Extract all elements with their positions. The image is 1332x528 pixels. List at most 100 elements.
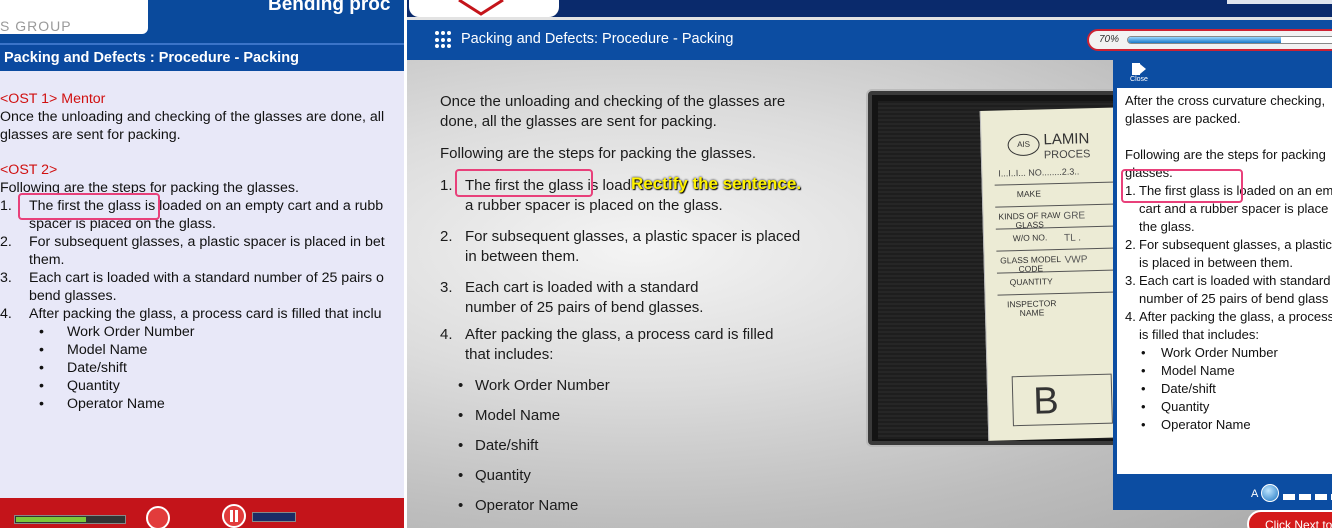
step-number: 4. xyxy=(440,326,453,343)
bullet: • xyxy=(39,378,44,394)
bullet-item: Work Order Number xyxy=(1161,345,1278,360)
transcript-footer: A xyxy=(1113,474,1332,510)
bullet-item: Model Name xyxy=(67,342,148,358)
step-number: 4. xyxy=(1125,309,1136,324)
menu-grid-icon[interactable] xyxy=(435,31,453,49)
close-icon xyxy=(1132,63,1146,75)
left-progress-bar xyxy=(14,515,126,524)
step-text: them. xyxy=(29,252,65,268)
company-logo: S GROUP xyxy=(0,0,148,34)
review-annotation: Rectify the sentence. xyxy=(631,174,802,193)
bullet-item: Work Order Number xyxy=(67,324,195,340)
bullet-item: Operator Name xyxy=(475,497,579,514)
highlight-box xyxy=(455,169,593,197)
progress-track xyxy=(1127,36,1332,44)
course-progress: 70% xyxy=(1087,29,1332,51)
main-title: Packing and Defects: Procedure - Packing xyxy=(461,31,734,47)
card-grade: B xyxy=(1011,373,1113,427)
step-text: the glass. xyxy=(1139,219,1195,234)
step-number: 3. xyxy=(1125,273,1136,288)
bullet: • xyxy=(1141,399,1146,414)
step-text: For subsequent glasses, a plastic spacer… xyxy=(465,228,801,245)
bullet-item: Model Name xyxy=(1161,363,1235,378)
font-size-slider-knob[interactable] xyxy=(1261,484,1279,502)
step-number: 2. xyxy=(440,228,453,245)
step-text: a rubber spacer is placed on the glass. xyxy=(465,197,723,214)
step-text: that includes: xyxy=(465,346,554,363)
transcript-body[interactable]: After the cross curvature checking, glas… xyxy=(1117,88,1332,474)
bullet-item: Work Order Number xyxy=(475,377,610,394)
bullet: • xyxy=(458,377,464,394)
bullet-item: Quantity xyxy=(1161,399,1210,414)
left-window: S GROUP Bending proc Packing and Defects… xyxy=(0,0,404,528)
step-text: in between them. xyxy=(465,248,580,265)
bullet: • xyxy=(458,407,464,424)
card-row-value: VWP xyxy=(1064,254,1088,266)
bullet: • xyxy=(458,497,464,514)
card-row-label: INSPECTOR NAME xyxy=(1006,298,1057,319)
bullet: • xyxy=(458,437,464,454)
next-button[interactable]: Click Next to xyxy=(1247,510,1332,528)
card-row: INSPECTOR NAME xyxy=(997,290,1126,319)
bullet-item: Date/shift xyxy=(1161,381,1216,396)
chat-icon[interactable] xyxy=(146,506,170,528)
ais-logo: AIS xyxy=(1007,133,1040,157)
intro-line: done, all the glasses are sent for packi… xyxy=(440,113,717,130)
step-text: After packing the glass, a process xyxy=(1139,309,1332,324)
step-number: 3. xyxy=(440,279,453,296)
main-title-bar: Packing and Defects: Procedure - Packing… xyxy=(407,17,1332,60)
bullet-item: Operator Name xyxy=(67,396,165,412)
bullet: • xyxy=(39,360,44,376)
ost2-label: <OST 2> xyxy=(0,162,58,178)
bullet: • xyxy=(1141,381,1146,396)
top-right-strip xyxy=(1227,0,1332,4)
step-number: 1. xyxy=(0,198,12,214)
card-process: PROCES xyxy=(1043,148,1091,162)
step-text: For subsequent glasses, a plastic xyxy=(1139,237,1332,252)
bullet-item: Model Name xyxy=(475,407,561,424)
step-text: is filled that includes: xyxy=(1139,327,1259,342)
company-logo xyxy=(409,0,559,17)
card-row-label: QUANTITY xyxy=(1009,276,1053,288)
step-text: For subsequent glasses, a plastic spacer… xyxy=(29,234,385,250)
step-number: 3. xyxy=(0,270,12,286)
volume-slider[interactable] xyxy=(252,512,296,522)
bullet-item: Quantity xyxy=(475,467,531,484)
card-row-value: GRE xyxy=(1063,210,1086,222)
main-top-strip xyxy=(407,0,1332,17)
step-number: 4. xyxy=(0,306,12,322)
intro-line: Once the unloading and checking of the g… xyxy=(440,93,786,110)
step-text: Each cart is loaded with a standard numb… xyxy=(29,270,384,286)
close-label: Close xyxy=(1130,76,1148,83)
step-text: is placed in between them. xyxy=(1139,255,1293,270)
card-row-value: TL . xyxy=(1063,232,1082,244)
font-size-slider-track[interactable] xyxy=(1283,494,1332,500)
transcript-header: Close xyxy=(1113,60,1332,88)
left-player-bar xyxy=(0,498,404,528)
step-text: number of 25 pairs of bend glass xyxy=(1139,291,1329,306)
bullet: • xyxy=(1141,417,1146,432)
step-number: 1. xyxy=(440,177,453,194)
progress-label: 70% xyxy=(1099,34,1120,45)
pause-icon[interactable] xyxy=(222,504,246,528)
bullet-item: Date/shift xyxy=(67,360,127,376)
bullet: • xyxy=(39,342,44,358)
process-card-photo: AIS LAMIN PROCES I...I..I... NO........2… xyxy=(868,91,1130,445)
bullet: • xyxy=(1141,345,1146,360)
step-text: After packing the glass, a process card … xyxy=(29,306,382,322)
card-header: LAMIN xyxy=(1043,130,1090,149)
close-button[interactable]: Close xyxy=(1125,63,1153,87)
left-title: Bending proc xyxy=(268,0,391,15)
ost1-text-line: glasses are sent for packing. xyxy=(0,127,181,143)
bullet-item: Date/shift xyxy=(475,437,539,454)
step-number: 2. xyxy=(0,234,12,250)
left-header: S GROUP Bending proc xyxy=(0,0,404,43)
highlight-box xyxy=(1121,169,1243,203)
card-row-label: MAKE xyxy=(1016,188,1042,200)
transcript-line: After the cross curvature checking, xyxy=(1125,93,1326,108)
highlight-box xyxy=(18,193,160,220)
bullet: • xyxy=(1141,363,1146,378)
step-text: bend glasses. xyxy=(29,288,117,304)
card-table: MAKE KINDS OF RAW GLASS GRE W/O NO. TL . G… xyxy=(994,180,1126,319)
ost1-label: <OST 1> Mentor xyxy=(0,91,106,107)
